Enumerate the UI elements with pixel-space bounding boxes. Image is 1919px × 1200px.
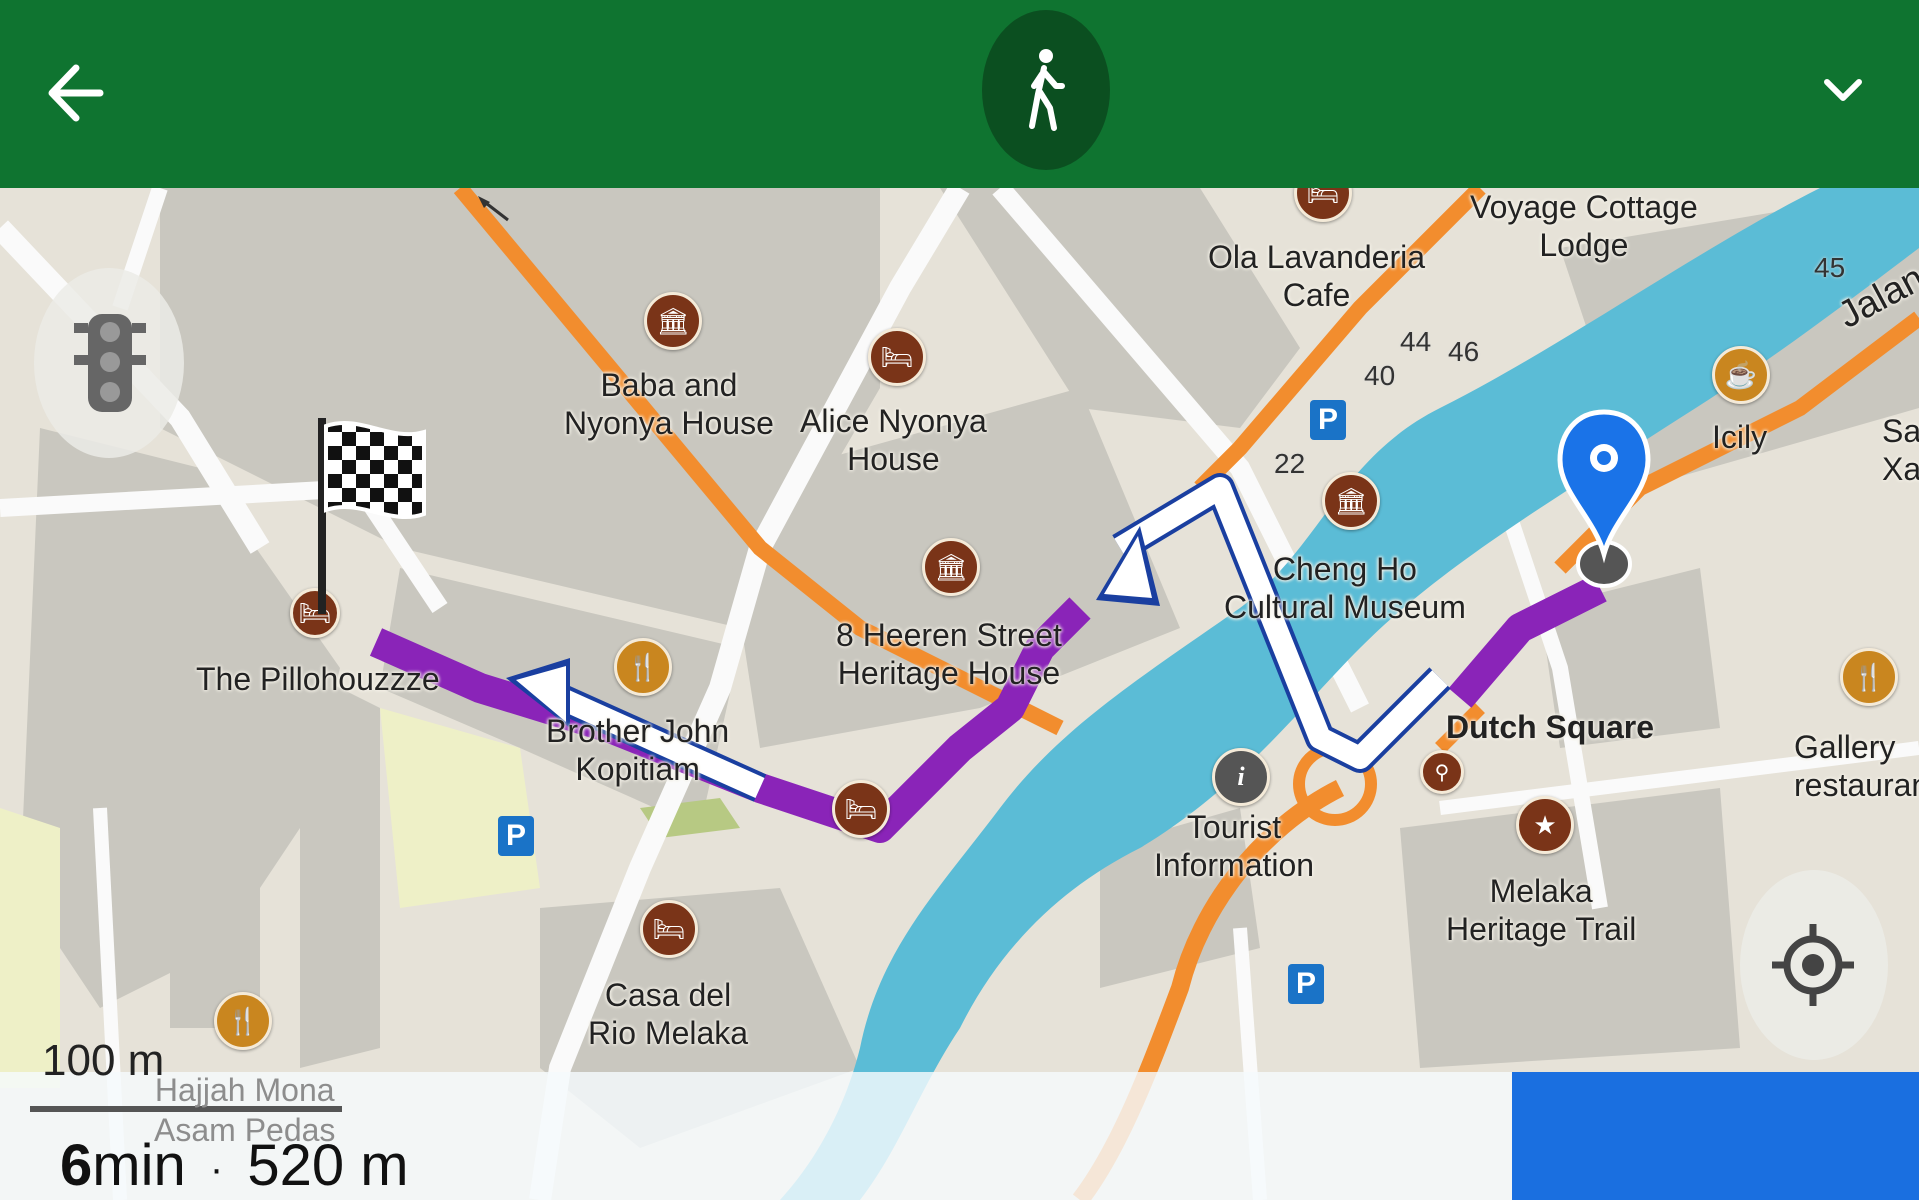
chevron-down-icon [1824,79,1862,101]
location-pin-icon [1557,409,1651,588]
label-ola-lavanderia: Ola Lavanderia Cafe [1208,239,1426,313]
museum-icon[interactable]: 🏛 [1322,472,1380,530]
restaurant-icon[interactable]: 🍴 [614,638,672,696]
building-number: 45 [1814,252,1846,283]
hotel-icon[interactable]: 🛏 [640,900,698,958]
label-brother-john: Brother John Kopitiam [546,713,730,787]
label-voyage-cottage: Voyage Cottage Lodge [1470,189,1698,263]
label-casa-del-rio: Casa del Rio Melaka [588,977,749,1051]
building-number: 22 [1274,448,1306,479]
back-button[interactable] [40,48,120,138]
building-number: 44 [1400,326,1432,357]
star-attraction-icon[interactable]: ★ [1516,796,1574,854]
museum-icon[interactable]: 🏛 [644,292,702,350]
hotel-icon[interactable]: 🛏 [868,328,926,386]
traffic-toggle-button[interactable] [34,268,184,458]
restaurant-icon[interactable]: 🍴 [214,992,272,1050]
duration-value: 6 [60,1133,93,1198]
walking-person-icon [1029,49,1065,131]
map-view[interactable]: Voyage Cottage Lodge Ola Lavanderia Cafe… [0,188,1919,1200]
parking-icon[interactable]: P [1310,400,1346,440]
label-melaka-heritage: Melaka Heritage Trail [1446,873,1637,947]
my-location-button[interactable] [1740,870,1888,1060]
distance-value: 520 m [247,1133,409,1198]
label-cheng-ho: Cheng Ho Cultural Museum [1224,551,1466,625]
label-sa-xa: Sa Xa [1882,413,1919,487]
museum-icon[interactable]: 🏛 [922,538,980,596]
cafe-icon[interactable]: ☕ [1712,346,1770,404]
label-dutch-square: Dutch Square [1446,709,1655,745]
monument-icon[interactable]: ⚲ [1420,750,1464,794]
arrow-left-icon [48,64,104,122]
scale-label: 100 m [42,1036,165,1085]
label-gallery-restaurant: Gallery restaurant [1794,729,1919,803]
destination-flag-icon [318,418,426,614]
label-baba-nyonya: Baba and Nyonya House [564,367,774,441]
label-alice-nyonya: Alice Nyonya House [800,403,987,477]
building-number: 40 [1364,360,1396,391]
building-number: 46 [1448,336,1480,367]
walking-mode-button[interactable] [982,10,1110,170]
start-navigation-button[interactable] [1512,1072,1919,1200]
info-icon[interactable]: i [1212,748,1270,806]
trip-summary: 6min · 520 m [60,1132,409,1199]
label-tourist-information: Tourist Information [1154,809,1315,883]
top-bar [0,0,1919,188]
restaurant-icon[interactable]: 🍴 [1840,648,1898,706]
parking-icon[interactable]: P [498,816,534,856]
parking-icon[interactable]: P [1288,964,1324,1004]
label-heeren-street: 8 Heeren Street Heritage House [836,617,1062,691]
label-pillohouzzze: The Pillohouzzze [196,661,440,697]
label-icily: Icily [1712,419,1768,455]
separator: · [209,1147,224,1192]
traffic-light-icon [74,314,146,412]
duration-unit: min [92,1133,186,1198]
crosshair-location-icon [1772,924,1854,1006]
hotel-icon[interactable]: 🛏 [832,780,890,838]
collapse-button[interactable] [1803,62,1883,122]
